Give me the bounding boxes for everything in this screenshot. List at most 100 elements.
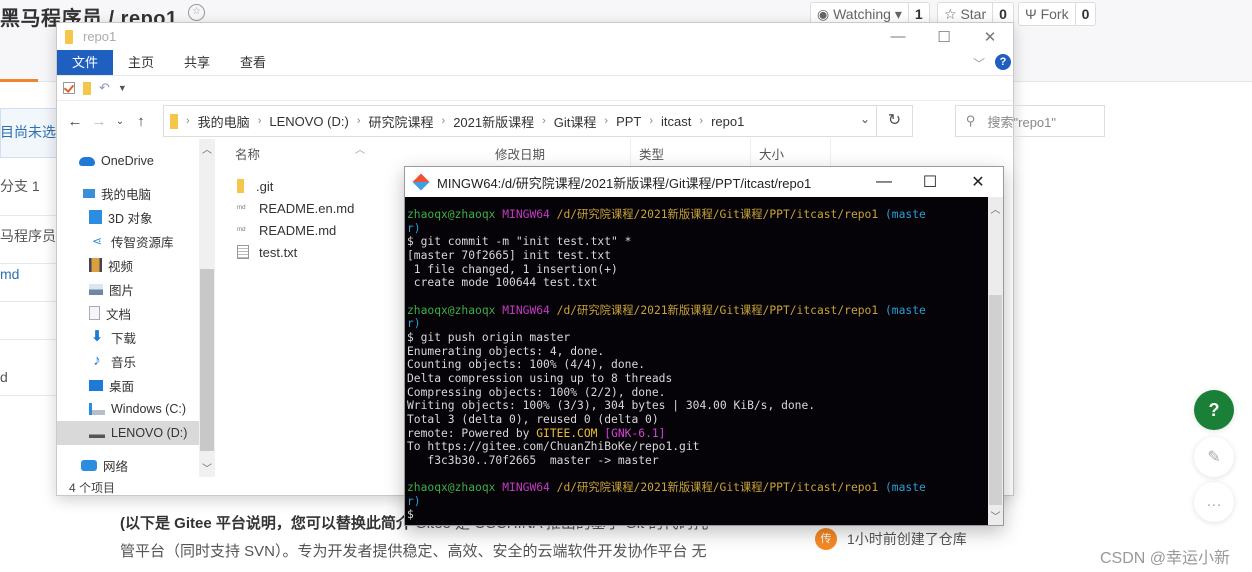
prompt-path: /d/研究院课程/2021新版课程/Git课程/PPT/itcast/repo1 xyxy=(556,481,879,495)
terminal-output[interactable]: zhaoqx@zhaoqx MINGW64 /d/研究院课程/2021新版课程/… xyxy=(405,197,988,525)
undo-icon[interactable]: ↶ xyxy=(99,80,110,96)
prompt-env: MINGW64 xyxy=(502,481,550,495)
back-button[interactable]: ← xyxy=(63,113,87,130)
scroll-up-icon[interactable]: ︿ xyxy=(199,141,215,156)
breadcrumb-item[interactable]: 研究院课程 xyxy=(369,112,434,131)
nav-item-drive-d[interactable]: LENOVO (D:) xyxy=(57,421,199,445)
prompt-branch: r) xyxy=(407,317,421,331)
properties-icon[interactable] xyxy=(63,82,75,94)
nav-item-downloads[interactable]: ⬇ 下载 xyxy=(57,325,199,349)
explorer-titlebar[interactable]: repo1 — ☐ ✕ xyxy=(57,23,1013,50)
terminal-line: Total 3 (delta 0), reused 0 (delta 0) xyxy=(407,412,659,426)
feedback-button[interactable]: ✎ xyxy=(1194,437,1234,477)
file-name: test.txt xyxy=(259,244,298,260)
prompt-branch: r) xyxy=(407,494,421,508)
refresh-button[interactable]: ↻ xyxy=(876,106,912,136)
terminal-line: $ git commit -m "init test.txt" * xyxy=(407,235,632,249)
fork-label: Ψ Fork xyxy=(1019,3,1076,25)
up-button[interactable]: ↑ xyxy=(129,113,153,130)
nav-item-this-pc[interactable]: 我的电脑 xyxy=(57,181,199,205)
file-row[interactable]: test.txt xyxy=(237,241,297,263)
nav-item-pictures[interactable]: 图片 xyxy=(57,277,199,301)
left-strip-file[interactable]: md xyxy=(0,264,58,302)
breadcrumb-separator-icon: › xyxy=(356,115,361,127)
minimize-button[interactable]: — xyxy=(875,23,921,50)
network-icon xyxy=(81,459,97,471)
nav-item-desktop[interactable]: 桌面 xyxy=(57,373,199,397)
file-row[interactable]: ᵐᵈ README.en.md xyxy=(237,197,354,219)
customize-toolbar-icon[interactable]: ▼ xyxy=(118,83,127,93)
readme-bold: (以下是 Gitee 平台说明，您可以替换此简介 xyxy=(120,515,411,532)
breadcrumb-item[interactable]: LENOVO (D:) xyxy=(269,114,348,129)
scrollbar-thumb[interactable] xyxy=(200,269,214,451)
activity-item: 传 1小时前创建了仓库 xyxy=(815,528,967,550)
breadcrumb-item[interactable]: itcast xyxy=(661,114,691,129)
file-name: README.en.md xyxy=(259,200,355,216)
scroll-down-icon[interactable]: ﹀ xyxy=(199,460,215,475)
nav-item-music[interactable]: ♪ 音乐 xyxy=(57,349,199,373)
tab-view[interactable]: 查看 xyxy=(225,50,281,75)
quick-access-toolbar: ↶ ▼ xyxy=(57,76,1013,101)
terminal-titlebar[interactable]: MINGW64:/d/研究院课程/2021新版课程/Git课程/PPT/itca… xyxy=(405,167,1003,197)
breadcrumb-item[interactable]: 我的电脑 xyxy=(198,112,250,131)
terminal-line: $ git push origin master xyxy=(407,330,571,344)
breadcrumb-separator-icon: › xyxy=(542,115,546,127)
forward-button[interactable]: → xyxy=(87,113,111,130)
terminal-line: remote: Powered by xyxy=(407,426,537,440)
tab-home[interactable]: 主页 xyxy=(113,50,169,75)
close-button[interactable]: ✕ xyxy=(955,167,1001,197)
breadcrumb-item[interactable]: PPT xyxy=(616,114,641,129)
new-folder-icon[interactable] xyxy=(83,81,91,95)
remote-gitee-text: GITEE.COM xyxy=(536,426,598,440)
scroll-down-icon[interactable]: ﹀ xyxy=(988,508,1003,523)
fork-button[interactable]: Ψ Fork 0 xyxy=(1018,2,1097,26)
breadcrumb-item[interactable]: repo1 xyxy=(711,114,744,129)
help-button[interactable]: ? xyxy=(1194,390,1234,430)
tab-share[interactable]: 共享 xyxy=(169,50,225,75)
comment-button[interactable]: … xyxy=(1194,482,1234,522)
nav-item-library[interactable]: ⋖ 传智资源库 xyxy=(57,229,199,253)
file-row[interactable]: .git xyxy=(237,175,273,197)
activity-text: 1小时前创建了仓库 xyxy=(847,531,967,547)
breadcrumb-item[interactable]: 2021新版课程 xyxy=(453,112,534,131)
maximize-button[interactable]: ☐ xyxy=(921,23,967,50)
active-tab-indicator xyxy=(0,79,38,82)
explorer-title: repo1 xyxy=(83,29,117,44)
left-strip-owner[interactable]: 马程序员 xyxy=(0,226,58,264)
address-dropdown-chevron-icon[interactable]: ⌄ xyxy=(860,112,870,126)
fork-count[interactable]: 0 xyxy=(1076,3,1096,25)
nav-item-drive-c[interactable]: Windows (C:) xyxy=(57,397,199,421)
prompt-user: zhaoqx@zhaoqx xyxy=(407,481,496,495)
avatar[interactable]: 传 xyxy=(815,528,837,550)
search-input[interactable]: ⚲ 搜索"repo1" xyxy=(955,105,1105,137)
scroll-up-icon[interactable]: ︿ xyxy=(988,201,1003,216)
folder-icon xyxy=(65,29,73,44)
nav-item-3d-objects[interactable]: 3D 对象 xyxy=(57,205,199,229)
music-icon: ♪ xyxy=(93,352,101,369)
file-row[interactable]: ᵐᵈ README.md xyxy=(237,219,336,241)
git-icon xyxy=(412,173,430,191)
maximize-button[interactable]: ☐ xyxy=(907,167,953,197)
scrollbar-thumb[interactable] xyxy=(989,295,1002,505)
minimize-button[interactable]: — xyxy=(861,167,907,197)
terminal-scrollbar[interactable]: ︿ ﹀ xyxy=(988,197,1003,525)
nav-scrollbar[interactable]: ︿ ﹀ xyxy=(199,139,215,477)
repo-badge-icon[interactable]: ☆ xyxy=(188,4,205,21)
nav-item-documents[interactable]: 文档 xyxy=(57,301,199,325)
branch-count[interactable]: 分支 1 xyxy=(0,176,58,216)
ribbon-expand-chevron-icon[interactable]: ﹀ xyxy=(973,55,985,72)
tab-file[interactable]: 文件 xyxy=(57,50,113,75)
close-button[interactable]: ✕ xyxy=(967,23,1013,50)
ribbon-tabs: 文件 主页 共享 查看 ﹀ ? xyxy=(57,50,1013,76)
recent-locations-icon[interactable]: ⌄ xyxy=(111,116,129,127)
address-bar[interactable]: › 我的电脑 › LENOVO (D:) › 研究院课程 › 2021新版课程 … xyxy=(163,105,913,137)
terminal-line: Compressing objects: 100% (2/2), done. xyxy=(407,385,666,399)
nav-item-network[interactable]: 网络 xyxy=(57,453,199,477)
nav-item-onedrive[interactable]: OneDrive xyxy=(57,149,199,173)
left-strip-file[interactable]: d xyxy=(0,340,58,396)
breadcrumb-item[interactable]: Git课程 xyxy=(554,112,597,131)
documents-icon xyxy=(89,306,100,320)
nav-item-videos[interactable]: 视频 xyxy=(57,253,199,277)
help-icon[interactable]: ? xyxy=(995,54,1011,70)
drive-c-icon xyxy=(89,403,105,415)
